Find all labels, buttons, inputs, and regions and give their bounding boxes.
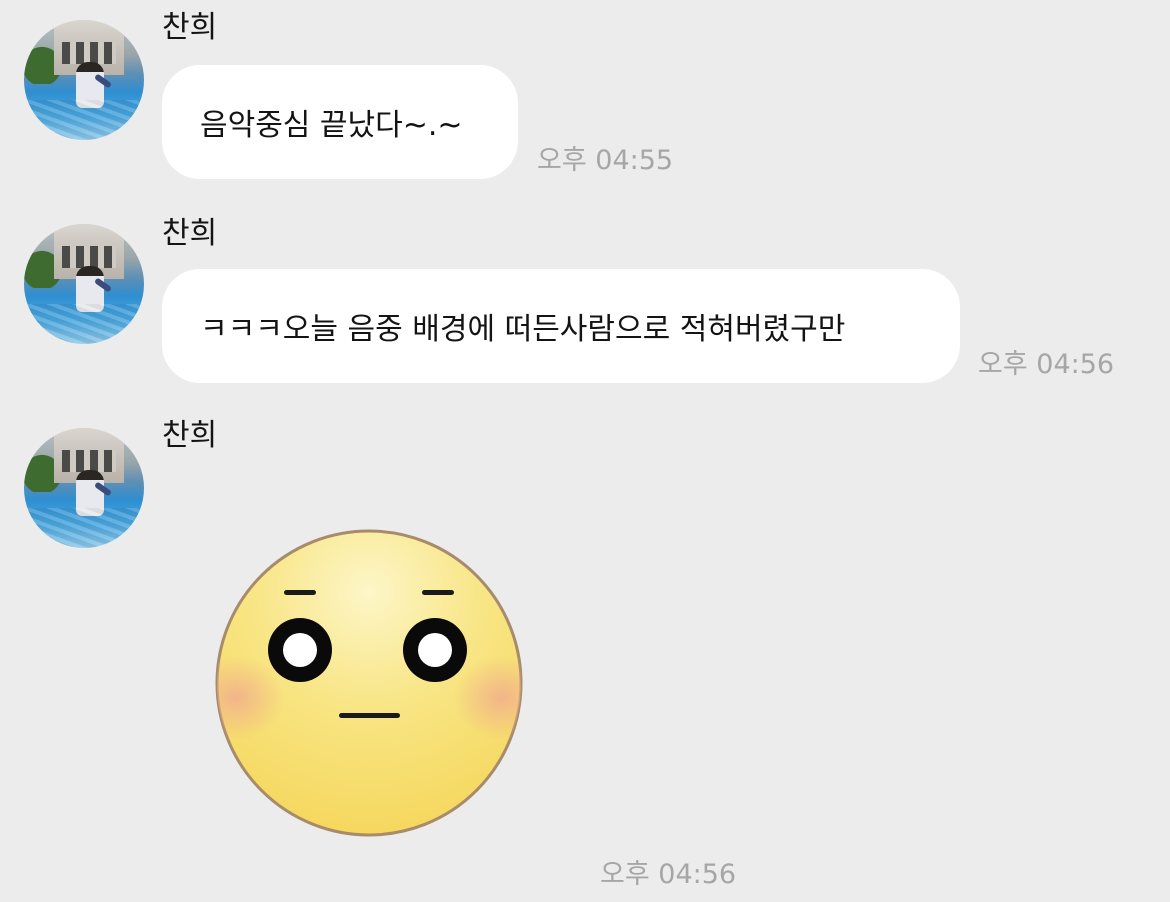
right-eye-white <box>418 633 452 667</box>
sender-name: 찬희 <box>162 418 218 453</box>
avatar-photo-pool <box>24 100 144 140</box>
left-eyebrow <box>284 590 316 595</box>
sender-name: 찬희 <box>162 216 218 251</box>
message-timestamp: 오후 04:56 <box>978 349 1115 380</box>
avatar[interactable] <box>24 428 144 548</box>
avatar[interactable] <box>24 20 144 140</box>
right-eyebrow <box>422 590 454 595</box>
mouth <box>339 713 400 718</box>
message-text: ㅋㅋㅋ오늘 음중 배경에 떠든사람으로 적혀버렸구만 <box>200 312 846 347</box>
message-timestamp: 오후 04:56 <box>600 859 737 890</box>
emoticon-face-icon <box>215 529 523 837</box>
message-timestamp: 오후 04:55 <box>537 145 674 176</box>
avatar[interactable] <box>24 224 144 344</box>
message-bubble[interactable]: ㅋㅋㅋ오늘 음중 배경에 떠든사람으로 적혀버렸구만 <box>162 269 960 383</box>
avatar-photo-pool <box>24 304 144 344</box>
blank-stare-face-emoticon[interactable] <box>214 528 524 838</box>
left-eye-white <box>283 633 317 667</box>
avatar-photo-pool <box>24 508 144 548</box>
sender-name: 찬희 <box>162 10 218 45</box>
message-text: 음악중심 끝났다~.~ <box>200 108 463 143</box>
message-bubble[interactable]: 음악중심 끝났다~.~ <box>162 65 518 179</box>
